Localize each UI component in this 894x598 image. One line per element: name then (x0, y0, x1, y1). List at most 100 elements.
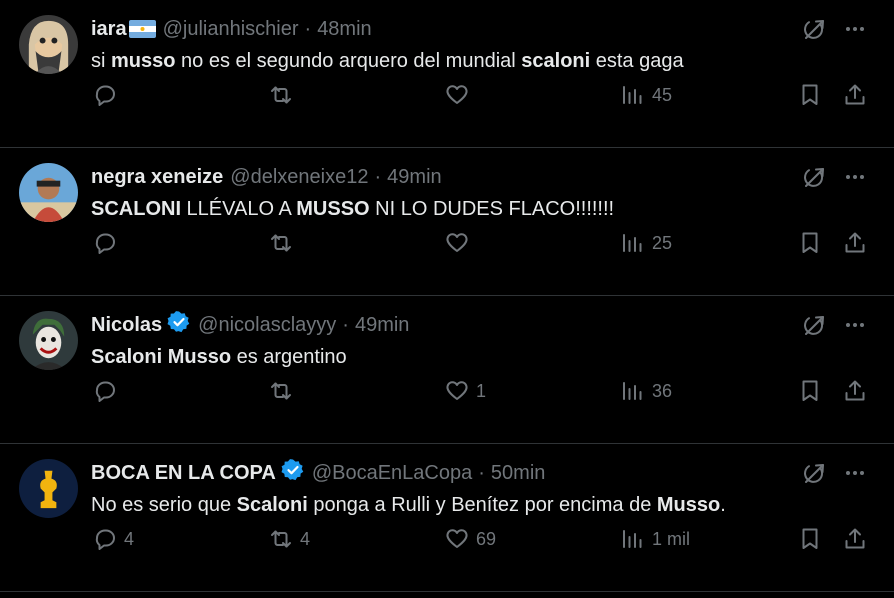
text-segment: es argentino (231, 346, 347, 368)
reply-button[interactable] (92, 230, 124, 256)
display-name[interactable]: iara (91, 18, 127, 41)
bookmark-button[interactable] (797, 230, 823, 256)
views-chart-icon (620, 378, 646, 404)
user-handle[interactable]: @nicolasclayyy (198, 314, 336, 337)
view-count: 45 (652, 84, 673, 105)
timestamp[interactable]: 49min (355, 314, 409, 337)
tweet-text: si musso no es el segundo arquero del mu… (91, 50, 684, 73)
more-options-icon[interactable] (843, 17, 867, 41)
keyword-highlight: scaloni (521, 50, 591, 72)
tweet[interactable]: iara @julianhischier · 48min si musso no es … (0, 0, 894, 148)
tweet-text: SCALONI LLÉVALO A MUSSO NI LO DUDES FLAC… (91, 198, 614, 221)
reply-icon (92, 230, 118, 256)
text-segment: ponga a Rulli y Benítez por encima de (307, 494, 657, 516)
text-segment: no es el segundo arquero del mundial (175, 50, 522, 72)
bookmark-icon (797, 526, 823, 552)
view-count: 36 (652, 380, 673, 401)
timestamp[interactable]: 48min (317, 18, 371, 41)
argentina-flag-icon (127, 18, 156, 41)
views-button[interactable]: 45 (620, 82, 672, 108)
display-name[interactable]: negra xeneize (91, 166, 223, 189)
tweet-actions: 1 36 (0, 378, 894, 408)
separator-dot: · (478, 461, 485, 484)
text-segment: No es serio que (91, 494, 237, 516)
verified-icon (276, 458, 305, 488)
share-icon (842, 82, 868, 108)
like-button[interactable] (444, 230, 476, 256)
views-button[interactable]: 25 (620, 230, 672, 256)
avatar[interactable] (19, 459, 78, 518)
heart-icon (444, 526, 470, 552)
views-chart-icon (620, 82, 646, 108)
grok-icon[interactable] (801, 17, 827, 43)
text-segment: NI LO DUDES FLACO!!!!!!! (369, 198, 615, 220)
keyword-highlight: MUSSO (296, 198, 370, 220)
like-count: 1 (476, 380, 487, 401)
bookmark-button[interactable] (797, 82, 823, 108)
text-segment: . (720, 494, 726, 516)
like-button[interactable]: 69 (444, 526, 496, 552)
keyword-highlight: Scaloni (236, 494, 308, 516)
retweet-button[interactable] (268, 230, 300, 256)
more-options-icon[interactable] (843, 165, 867, 189)
more-options-icon[interactable] (843, 313, 867, 337)
views-button[interactable]: 1 mil (620, 526, 690, 552)
text-segment: esta gaga (590, 50, 684, 72)
retweet-button[interactable]: 4 (268, 526, 310, 552)
heart-icon (444, 230, 470, 256)
share-icon (842, 230, 868, 256)
bookmark-icon (797, 230, 823, 256)
verified-icon (162, 310, 191, 340)
reply-count: 4 (124, 528, 135, 549)
share-icon (842, 378, 868, 404)
share-button[interactable] (842, 526, 868, 552)
view-count: 1 mil (652, 528, 691, 549)
reply-button[interactable]: 4 (92, 526, 134, 552)
bookmark-icon (797, 378, 823, 404)
share-button[interactable] (842, 230, 868, 256)
views-chart-icon (620, 230, 646, 256)
retweet-icon (268, 230, 294, 256)
timestamp[interactable]: 50min (491, 462, 545, 485)
timestamp[interactable]: 49min (387, 166, 441, 189)
grok-icon[interactable] (801, 165, 827, 191)
share-button[interactable] (842, 378, 868, 404)
reply-icon (92, 378, 118, 404)
user-handle[interactable]: @BocaEnLaCopa (312, 462, 472, 485)
tweet-header: negra xeneize @delxeneixe12 · 49min (91, 164, 442, 190)
user-handle[interactable]: @julianhischier (163, 18, 299, 41)
views-chart-icon (620, 526, 646, 552)
tweet-actions: 25 (0, 230, 894, 260)
retweet-button[interactable] (268, 378, 300, 404)
reply-button[interactable] (92, 82, 124, 108)
tweet[interactable]: BOCA EN LA COPA @BocaEnLaCopa · 50min No es … (0, 444, 894, 592)
display-name[interactable]: Nicolas (91, 314, 162, 337)
tweet[interactable]: negra xeneize @delxeneixe12 · 49min SCALONI … (0, 148, 894, 296)
bookmark-icon (797, 82, 823, 108)
keyword-highlight: Musso (656, 494, 721, 516)
avatar[interactable] (19, 311, 78, 370)
retweet-button[interactable] (268, 82, 300, 108)
like-button[interactable] (444, 82, 476, 108)
like-button[interactable]: 1 (444, 378, 486, 404)
grok-icon[interactable] (801, 461, 827, 487)
bookmark-button[interactable] (797, 378, 823, 404)
tweet[interactable]: Nicolas @nicolasclayyy · 49min Scaloni Musso… (0, 296, 894, 444)
views-button[interactable]: 36 (620, 378, 672, 404)
user-handle[interactable]: @delxeneixe12 (230, 166, 368, 189)
display-name[interactable]: BOCA EN LA COPA (91, 462, 276, 485)
reply-icon (92, 82, 118, 108)
separator-dot: · (342, 313, 349, 336)
share-button[interactable] (842, 82, 868, 108)
grok-icon[interactable] (801, 313, 827, 339)
more-options-icon[interactable] (843, 461, 867, 485)
tweet-header: BOCA EN LA COPA @BocaEnLaCopa · 50min (91, 458, 545, 488)
avatar[interactable] (19, 15, 78, 74)
heart-icon (444, 82, 470, 108)
text-segment: si (91, 50, 111, 72)
tweet-actions: 45 (0, 82, 894, 112)
bookmark-button[interactable] (797, 526, 823, 552)
avatar[interactable] (19, 163, 78, 222)
reply-button[interactable] (92, 378, 124, 404)
separator-dot: · (374, 165, 382, 188)
